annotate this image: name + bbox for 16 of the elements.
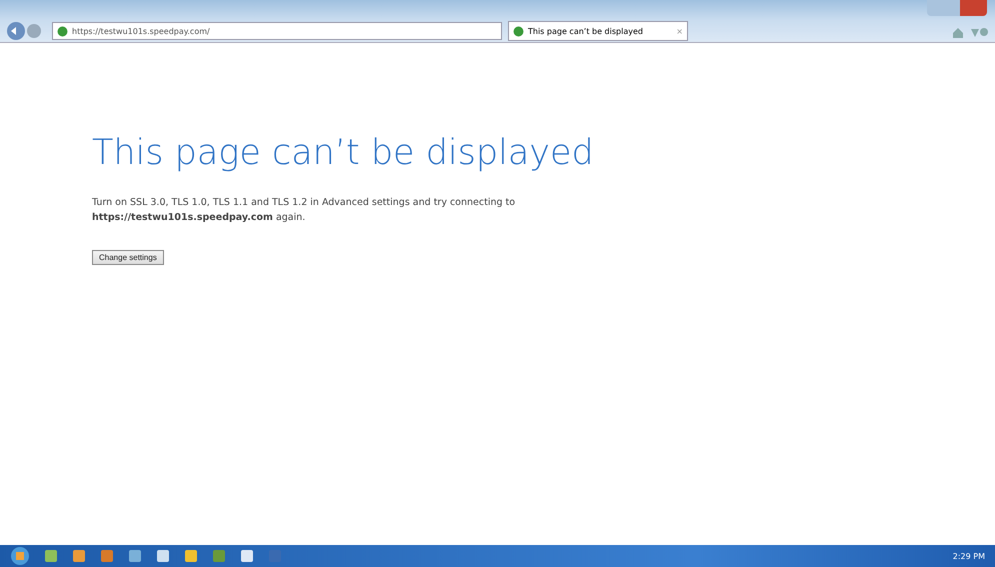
clock: 2:29 PM bbox=[952, 552, 985, 560]
change-settings-button[interactable]: Change settings bbox=[92, 250, 164, 265]
taskbar-app-icon[interactable] bbox=[44, 549, 58, 563]
taskbar-app-icon[interactable] bbox=[240, 549, 254, 563]
globe-icon bbox=[57, 26, 68, 36]
globe-icon bbox=[513, 26, 524, 36]
browser-tab[interactable]: This page can’t be displayed × bbox=[508, 21, 688, 41]
taskbar-app-icon[interactable] bbox=[184, 549, 198, 563]
error-message: Turn on SSL 3.0, TLS 1.0, TLS 1.1 and TLS 1.2 in Advanced settings and try connecting to https://testwu101s.speedpay.com again. bbox=[92, 196, 516, 225]
taskbar-app-icon[interactable] bbox=[156, 549, 170, 563]
error-heading: This page can’t be displayed bbox=[92, 133, 595, 173]
taskbar-app-icon[interactable] bbox=[72, 549, 86, 563]
taskbar-app-icon[interactable] bbox=[100, 549, 114, 563]
start-icon[interactable] bbox=[10, 546, 30, 566]
address-field[interactable]: https://testwu101s.speedpay.com/ bbox=[52, 22, 502, 40]
taskbar-app-icon[interactable] bbox=[128, 549, 142, 563]
